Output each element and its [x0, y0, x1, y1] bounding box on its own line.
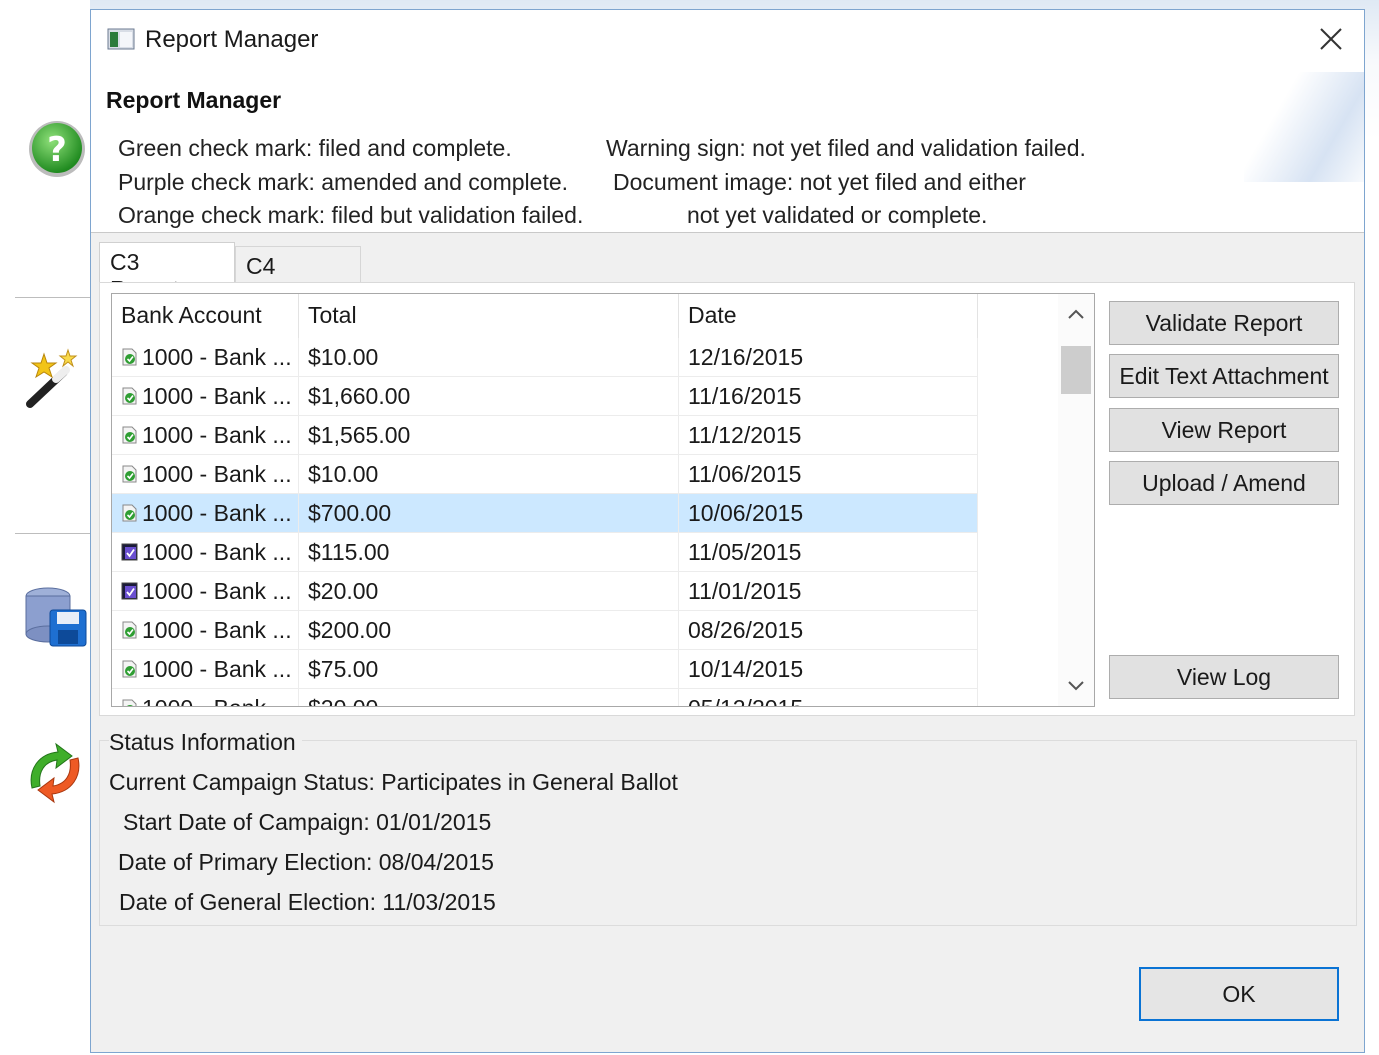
- cell-total: $200.00: [299, 611, 679, 649]
- scroll-down-icon[interactable]: [1066, 678, 1086, 694]
- scrollbar-thumb[interactable]: [1061, 346, 1091, 394]
- legend-green: Green check mark: filed and complete.: [118, 135, 512, 161]
- header-panel: Report Manager Green check mark: filed a…: [91, 72, 1364, 233]
- table-row[interactable]: 1000 - Bank ... $10.00 12/16/2015: [112, 338, 978, 377]
- cell-bank-account: 1000 - Bank ...: [112, 416, 299, 454]
- cell-bank-account: 1000 - Bank ...: [112, 689, 299, 706]
- table-row[interactable]: 1000 - Bank ... $700.00 10/06/2015: [112, 494, 978, 533]
- cell-date: 11/06/2015: [679, 455, 978, 493]
- edit-text-attachment-button[interactable]: Edit Text Attachment: [1109, 354, 1339, 398]
- cell-date: 11/05/2015: [679, 533, 978, 571]
- sidebar-divider: [15, 297, 90, 298]
- cell-date: 05/12/2015: [679, 689, 978, 706]
- cell-date: 08/26/2015: [679, 611, 978, 649]
- title-bar: Report Manager: [91, 10, 1364, 72]
- general-election-text: Date of General Election: 11/03/2015: [119, 889, 496, 915]
- primary-election-text: Date of Primary Election: 08/04/2015: [118, 849, 494, 875]
- cell-date: 10/06/2015: [679, 494, 978, 532]
- cell-date: 11/12/2015: [679, 416, 978, 454]
- table-row[interactable]: 1000 - Bank ... $75.00 10/14/2015: [112, 650, 978, 689]
- help-icon[interactable]: ?: [22, 116, 88, 182]
- cell-total: $20.00: [299, 689, 679, 706]
- report-manager-window: Report Manager Report Manager Green chec…: [90, 9, 1365, 1053]
- cell-bank-account: 1000 - Bank ...: [112, 338, 299, 376]
- sidebar-divider: [15, 533, 90, 534]
- sidebar: ?: [0, 0, 90, 1055]
- cell-date: 10/14/2015: [679, 650, 978, 688]
- database-save-icon[interactable]: [22, 584, 88, 650]
- close-icon[interactable]: [1316, 24, 1346, 54]
- reports-table: Bank Account Total Date 1000 - Bank ... $…: [111, 293, 1095, 707]
- table-row[interactable]: 1000 - Bank ...$20.0005/12/2015: [112, 689, 978, 706]
- cell-total: $10.00: [299, 338, 679, 376]
- wizard-wand-icon[interactable]: [22, 346, 88, 412]
- view-report-button[interactable]: View Report: [1109, 408, 1339, 452]
- legend-document-cont: not yet validated or complete.: [687, 202, 988, 228]
- cell-bank-account: 1000 - Bank ...: [112, 650, 299, 688]
- table-row[interactable]: 1000 - Bank ... $115.00 11/05/2015: [112, 533, 978, 572]
- header-decoration: [1244, 72, 1364, 182]
- upload-amend-button[interactable]: Upload / Amend: [1109, 461, 1339, 505]
- cell-total: $700.00: [299, 494, 679, 532]
- legend-document: Document image: not yet filed and either: [613, 169, 1026, 195]
- app-window-icon: [107, 28, 135, 50]
- cell-bank-account: 1000 - Bank ...: [112, 377, 299, 415]
- svg-text:?: ?: [47, 130, 67, 170]
- cell-total: $20.00: [299, 572, 679, 610]
- cell-bank-account: 1000 - Bank ...: [112, 611, 299, 649]
- table-row[interactable]: 1000 - Bank ... $200.00 08/26/2015: [112, 611, 978, 650]
- cell-bank-account: 1000 - Bank ...: [112, 455, 299, 493]
- table-row[interactable]: 1000 - Bank ... $1,660.00 11/16/2015: [112, 377, 978, 416]
- page-title: Report Manager: [106, 87, 282, 113]
- cell-date: 11/16/2015: [679, 377, 978, 415]
- start-date-text: Start Date of Campaign: 01/01/2015: [123, 809, 492, 835]
- column-header-bank-account[interactable]: Bank Account: [112, 294, 299, 338]
- tab-c4-reports[interactable]: C4 Reports: [235, 246, 361, 306]
- table-row[interactable]: 1000 - Bank ... $20.00 11/01/2015: [112, 572, 978, 611]
- legend-purple: Purple check mark: amended and complete.: [118, 169, 569, 195]
- view-log-button[interactable]: View Log: [1109, 655, 1339, 699]
- cell-date: 12/16/2015: [679, 338, 978, 376]
- sync-arrows-icon[interactable]: [22, 740, 88, 806]
- scroll-up-icon[interactable]: [1066, 306, 1086, 322]
- validate-report-button[interactable]: Validate Report: [1109, 301, 1339, 345]
- cell-bank-account: 1000 - Bank ...: [112, 494, 299, 532]
- cell-total: $10.00: [299, 455, 679, 493]
- campaign-status-text: Current Campaign Status: Participates in…: [109, 769, 678, 795]
- legend-warning: Warning sign: not yet filed and validati…: [606, 135, 1086, 161]
- cell-total: $115.00: [299, 533, 679, 571]
- cell-bank-account: 1000 - Bank ...: [112, 572, 299, 610]
- window-title: Report Manager: [145, 26, 319, 53]
- legend-orange: Orange check mark: filed but validation …: [118, 202, 584, 228]
- cell-date: 11/01/2015: [679, 572, 978, 610]
- ok-button[interactable]: OK: [1139, 967, 1339, 1021]
- cell-total: $1,660.00: [299, 377, 679, 415]
- cell-total: $1,565.00: [299, 416, 679, 454]
- table-row[interactable]: 1000 - Bank ... $1,565.00 11/12/2015: [112, 416, 978, 455]
- status-information-title: Status Information: [109, 729, 302, 756]
- vertical-scrollbar[interactable]: [1058, 294, 1094, 706]
- tab-c3-reports[interactable]: C3 Reports: [99, 242, 235, 302]
- column-header-date[interactable]: Date: [679, 294, 978, 338]
- cell-total: $75.00: [299, 650, 679, 688]
- column-header-total[interactable]: Total: [299, 294, 679, 338]
- table-row[interactable]: 1000 - Bank ... $10.00 11/06/2015: [112, 455, 978, 494]
- cell-bank-account: 1000 - Bank ...: [112, 533, 299, 571]
